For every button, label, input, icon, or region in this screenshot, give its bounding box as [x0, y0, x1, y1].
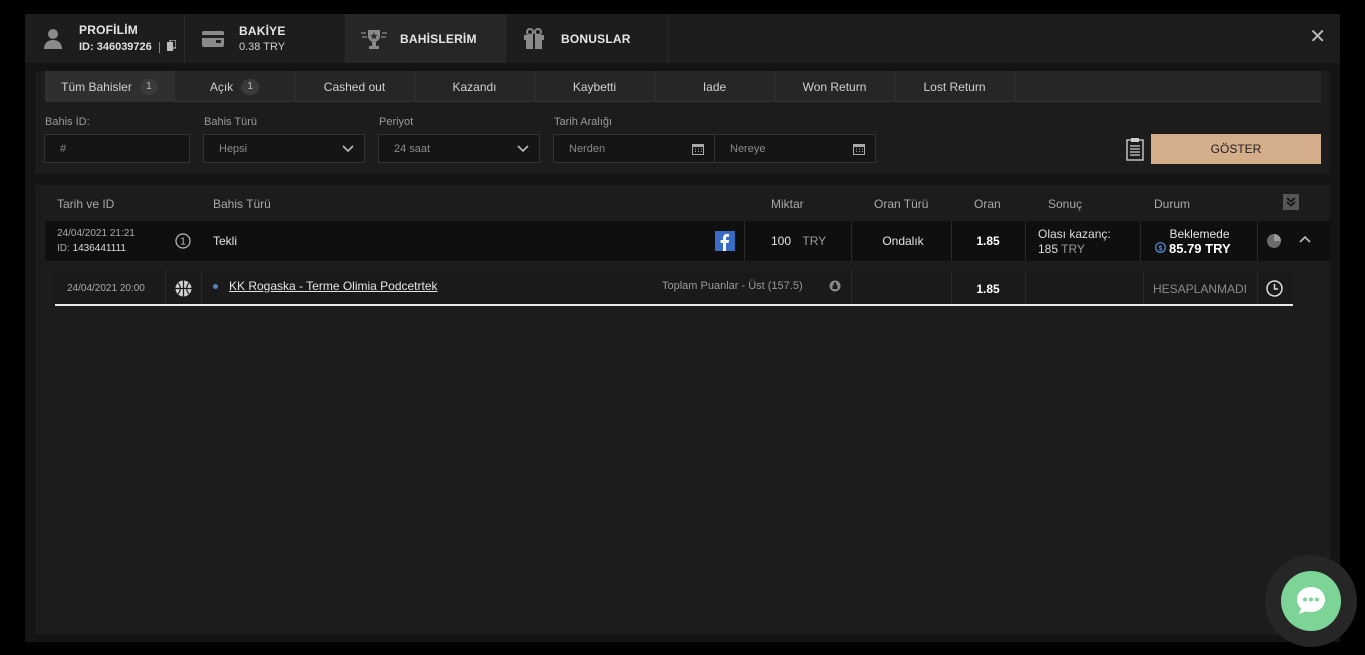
- subtab-open-label: Açık: [209, 79, 234, 94]
- tab-my-bets[interactable]: BAHİSLERİM: [346, 14, 506, 63]
- subtab-all-bets-count: 1: [139, 78, 158, 95]
- header-result: Sonuç: [1048, 197, 1083, 211]
- bet-odds-type: Ondalık: [882, 234, 924, 248]
- bonuses-title: BONUSLAR: [561, 31, 631, 46]
- header-bet-type: Bahis Türü: [213, 197, 271, 211]
- user-icon: [42, 28, 64, 50]
- basketball-icon: [175, 280, 192, 300]
- bet-type: Tekli: [213, 234, 238, 248]
- status-subtabs: Tüm Bahisler 1 Açık 1 Cashed out Kazandı…: [45, 71, 1321, 102]
- trophy-icon: [359, 28, 389, 50]
- chevron-up-icon[interactable]: [1299, 234, 1311, 248]
- cashout-amount: 85.79 TRY: [1169, 241, 1231, 256]
- close-icon[interactable]: ✕: [1309, 27, 1326, 47]
- bet-type-label: Bahis Türü: [204, 116, 257, 128]
- calendar-icon: [853, 143, 865, 158]
- top-tab-bar: PROFİLİM ID: 346039726 BAKİYE 0.38 TRY B…: [25, 14, 1340, 63]
- svg-text:1: 1: [180, 237, 186, 248]
- header-amount: Miktar: [771, 197, 804, 211]
- date-range-label: Tarih Aralığı: [554, 116, 613, 128]
- event-status-dot: [213, 284, 218, 289]
- cashout-button[interactable]: $ 85.79 TRY: [1155, 241, 1231, 256]
- clipboard-icon[interactable]: [1126, 137, 1144, 166]
- bet-type-select[interactable]: Hepsi: [203, 134, 365, 163]
- header-odds-type: Oran Türü: [874, 197, 929, 211]
- my-bets-title: BAHİSLERİM: [400, 31, 477, 46]
- single-bet-icon: 1: [175, 233, 191, 252]
- cashout-coin-icon: $: [1155, 241, 1166, 256]
- chevron-down-icon: [342, 143, 354, 156]
- subtab-won-return[interactable]: Won Return: [775, 71, 895, 102]
- subtab-all-bets[interactable]: Tüm Bahisler 1: [45, 71, 175, 102]
- date-from-input[interactable]: Nerden: [553, 134, 715, 163]
- date-from-placeholder: Nerden: [569, 142, 606, 155]
- subtab-lost[interactable]: Kaybetti: [535, 71, 655, 102]
- period-value: 24 saat: [394, 142, 431, 155]
- info-icon[interactable]: [829, 280, 841, 295]
- bet-currency: TRY: [802, 234, 827, 248]
- chevron-down-icon: [517, 143, 529, 156]
- date-to-placeholder: Nereye: [730, 142, 766, 155]
- subtab-refund[interactable]: Iade: [655, 71, 775, 102]
- bets-table: Tarih ve ID Bahis Türü Miktar Oran Türü …: [35, 185, 1331, 634]
- header-odds: Oran: [974, 197, 1001, 211]
- tab-balance[interactable]: BAKİYE 0.38 TRY: [185, 14, 346, 63]
- chat-bubble-icon[interactable]: [1281, 571, 1341, 631]
- bet-id: 1436441111: [72, 243, 126, 254]
- pie-chart-icon[interactable]: [1266, 233, 1282, 252]
- potential-win-currency: TRY: [1061, 242, 1085, 256]
- header-date-id: Tarih ve ID: [57, 197, 115, 211]
- subtab-lost-return[interactable]: Lost Return: [895, 71, 1015, 102]
- subtab-all-bets-label: Tüm Bahisler: [61, 79, 132, 94]
- collapse-all-icon[interactable]: [1283, 194, 1299, 210]
- chat-widget[interactable]: [1265, 555, 1357, 647]
- event-status: HESAPLANMADI: [1152, 282, 1248, 296]
- subtab-cashed-out[interactable]: Cashed out: [295, 71, 415, 102]
- date-to-input[interactable]: Nereye: [714, 134, 876, 163]
- event-market: Toplam Puanlar - Üst (157.5): [662, 280, 803, 292]
- bet-row[interactable]: 24/04/2021 21:21 ID: 1436441111 1 Tekli …: [45, 221, 1331, 261]
- clock-icon: [1266, 280, 1283, 300]
- profile-title: PROFİLİM: [79, 23, 138, 37]
- potential-win-label: Olası kazanç:: [1038, 227, 1111, 241]
- profile-id: ID: 346039726: [79, 41, 152, 53]
- subtab-open[interactable]: Açık 1: [175, 71, 295, 102]
- period-label: Periyot: [379, 116, 414, 128]
- event-datetime: 24/04/2021 20:00: [67, 283, 145, 294]
- period-select[interactable]: 24 saat: [378, 134, 540, 163]
- tab-bonuses[interactable]: BONUSLAR: [506, 14, 668, 63]
- bet-type-value: Hepsi: [219, 142, 248, 155]
- gift-icon: [523, 27, 545, 50]
- calendar-icon: [692, 143, 704, 158]
- bet-id-input[interactable]: #: [44, 134, 190, 163]
- balance-amount: 0.38 TRY: [239, 41, 286, 53]
- copy-icon[interactable]: [166, 39, 177, 54]
- bet-id-label: Bahis İD:: [45, 116, 90, 128]
- bet-id-prefix: ID:: [57, 243, 70, 254]
- bet-odds: 1.85: [976, 234, 1000, 248]
- balance-title: BAKİYE: [239, 24, 286, 38]
- wallet-icon: [202, 28, 224, 50]
- show-button[interactable]: GÖSTER: [1151, 134, 1321, 164]
- bet-datetime: 24/04/2021 21:21: [57, 228, 135, 239]
- tab-profile[interactable]: PROFİLİM ID: 346039726: [25, 14, 185, 63]
- bet-status: Beklemede: [1169, 227, 1230, 241]
- header-status: Durum: [1154, 197, 1191, 211]
- filter-panel: Tüm Bahisler 1 Açık 1 Cashed out Kazandı…: [35, 71, 1330, 174]
- bets-modal: PROFİLİM ID: 346039726 BAKİYE 0.38 TRY B…: [25, 14, 1340, 642]
- potential-win-amount: 185: [1038, 242, 1059, 256]
- event-row[interactable]: 24/04/2021 20:00 KK Rogaska - Terme Olim…: [55, 270, 1293, 306]
- subtab-won[interactable]: Kazandı: [415, 71, 535, 102]
- event-name-link[interactable]: KK Rogaska - Terme Olimia Podcetrtek: [229, 279, 438, 293]
- subtab-open-count: 1: [241, 78, 260, 95]
- bet-amount: 100: [771, 234, 792, 248]
- svg-text:$: $: [1159, 245, 1163, 252]
- event-odds: 1.85: [976, 282, 1000, 296]
- facebook-share-icon[interactable]: [715, 231, 735, 254]
